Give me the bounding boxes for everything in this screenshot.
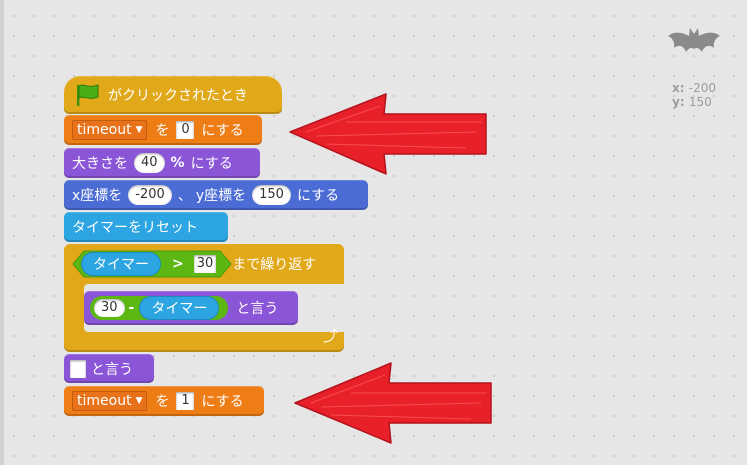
block-word: を: [155, 123, 170, 139]
sprite-coordinates: x: -200 y: 150: [672, 81, 716, 109]
dropdown-caret-icon: ▼: [135, 125, 143, 135]
annotation-arrow-top-icon: [289, 93, 487, 175]
minus-sign: -: [128, 300, 135, 316]
compare-value-input[interactable]: 30: [193, 255, 217, 273]
subtract-num-input[interactable]: 30: [94, 299, 125, 317]
x-value: -200: [688, 81, 716, 95]
when-flag-clicked-block[interactable]: がクリックされたとき: [64, 76, 282, 114]
block-suffix: にする: [201, 123, 244, 139]
x-label: x:: [672, 81, 685, 95]
loop-arrow-icon: ⤴: [322, 327, 338, 345]
block-suffix: にする: [190, 156, 233, 172]
dropdown-caret-icon: ▼: [135, 396, 143, 406]
y-label: y座標を: [195, 188, 247, 204]
y-input[interactable]: 150: [252, 185, 291, 205]
variable-dropdown[interactable]: timeout ▼: [72, 120, 148, 140]
separator: 、: [177, 188, 192, 204]
hat-label: がクリックされたとき: [108, 88, 248, 104]
size-label: 大きさを: [72, 156, 128, 172]
reset-timer-label: タイマーをリセット: [72, 220, 198, 236]
variable-dropdown[interactable]: timeout ▼: [72, 391, 148, 411]
variable-name: timeout: [77, 393, 132, 409]
set-size-block[interactable]: 大きさを 40 % にする: [64, 148, 260, 178]
block-suffix: にする: [201, 394, 244, 410]
reset-timer-block[interactable]: タイマーをリセット: [64, 212, 228, 242]
bat-icon: [668, 28, 720, 52]
say-suffix: と言う: [236, 301, 279, 317]
variable-name: timeout: [77, 122, 132, 138]
greater-than-operator: >: [172, 256, 184, 272]
subtract-operator[interactable]: 30 - タイマー: [90, 296, 229, 320]
x-input[interactable]: -200: [128, 185, 172, 205]
say-empty-block[interactable]: と言う: [64, 354, 154, 383]
x-label: x座標を: [72, 188, 123, 204]
y-label: y:: [672, 95, 685, 109]
y-value: 150: [688, 95, 712, 109]
set-timeout-1-block[interactable]: timeout ▼ を 1 にする: [64, 386, 264, 416]
percent-unit: %: [170, 155, 185, 171]
repeat-suffix: まで繰り返す: [232, 257, 317, 273]
block-word: を: [155, 394, 170, 410]
value-input[interactable]: 0: [176, 121, 195, 139]
set-timeout-0-block[interactable]: timeout ▼ を 0 にする: [64, 115, 262, 145]
value-input[interactable]: 1: [176, 392, 195, 410]
timer-reporter[interactable]: タイマー: [140, 297, 219, 319]
scripts-area[interactable]: x: -200 y: 150 がクリックされたとき timeout ▼ を 0 …: [0, 0, 747, 465]
say-suffix: と言う: [91, 361, 133, 378]
block-suffix: にする: [296, 188, 340, 204]
repeat-until-header: タイマー > 30 まで繰り返す: [68, 250, 316, 278]
say-inner-block[interactable]: 30 - タイマー と言う: [84, 291, 298, 325]
say-text-input[interactable]: [70, 359, 86, 378]
annotation-arrow-bottom-icon: [294, 362, 492, 444]
scripts-area-edge: [0, 0, 4, 465]
size-input[interactable]: 40: [134, 153, 165, 173]
timer-reporter[interactable]: タイマー: [82, 253, 160, 275]
green-flag-icon: [77, 84, 99, 106]
go-to-xy-block[interactable]: x座標を -200 、 y座標を 150 にする: [64, 180, 368, 210]
